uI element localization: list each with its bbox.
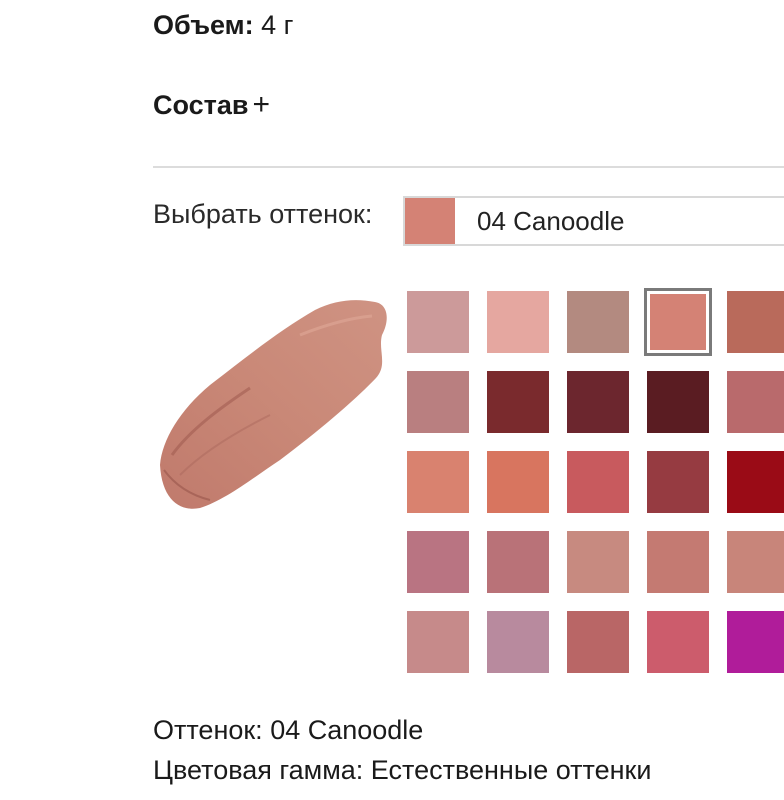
shade-swatch[interactable] xyxy=(647,611,709,673)
shade-swatch[interactable] xyxy=(644,288,712,356)
volume-row: Объем: 4 г xyxy=(153,8,294,42)
shade-swatch[interactable] xyxy=(567,531,629,593)
composition-label: Состав xyxy=(153,90,249,120)
lipstick-swatch-image xyxy=(160,300,387,509)
shade-swatch[interactable] xyxy=(727,371,784,433)
shade-swatch[interactable] xyxy=(567,451,629,513)
shade-swatch[interactable] xyxy=(487,291,549,353)
composition-toggle[interactable]: Состав + xyxy=(153,88,270,122)
volume-value: 4 г xyxy=(261,10,294,40)
shade-swatch[interactable] xyxy=(567,291,629,353)
shade-swatch[interactable] xyxy=(567,371,629,433)
shade-name-line: Оттенок: 04 Canoodle xyxy=(153,715,424,745)
selected-shade-name: 04 Canoodle xyxy=(477,206,625,236)
shade-swatch[interactable] xyxy=(487,451,549,513)
shade-swatch[interactable] xyxy=(647,531,709,593)
shade-picker-label: Выбрать оттенок: xyxy=(153,199,373,229)
volume-label: Объем: xyxy=(153,10,254,40)
shade-swatch[interactable] xyxy=(727,611,784,673)
divider xyxy=(153,166,784,168)
shade-swatch[interactable] xyxy=(487,611,549,673)
plus-icon[interactable]: + xyxy=(253,88,271,121)
shade-swatch[interactable] xyxy=(487,531,549,593)
shade-swatch[interactable] xyxy=(407,611,469,673)
shade-swatch[interactable] xyxy=(407,531,469,593)
shade-swatch[interactable] xyxy=(567,611,629,673)
shade-swatch[interactable] xyxy=(727,451,784,513)
shade-info: Оттенок: 04 Canoodle Цветовая гамма: Ест… xyxy=(153,710,651,790)
shade-swatch[interactable] xyxy=(407,371,469,433)
shade-swatch[interactable] xyxy=(647,451,709,513)
selected-shade-chip xyxy=(405,198,455,244)
shade-swatch[interactable] xyxy=(407,451,469,513)
shade-swatch[interactable] xyxy=(727,531,784,593)
shade-swatch[interactable] xyxy=(487,371,549,433)
shade-swatch[interactable] xyxy=(727,291,784,353)
shade-select[interactable]: 04 Canoodle xyxy=(403,196,784,246)
color-palette-line: Цветовая гамма: Естественные оттенки xyxy=(153,755,652,785)
shade-swatch[interactable] xyxy=(407,291,469,353)
shade-swatch[interactable] xyxy=(647,371,709,433)
